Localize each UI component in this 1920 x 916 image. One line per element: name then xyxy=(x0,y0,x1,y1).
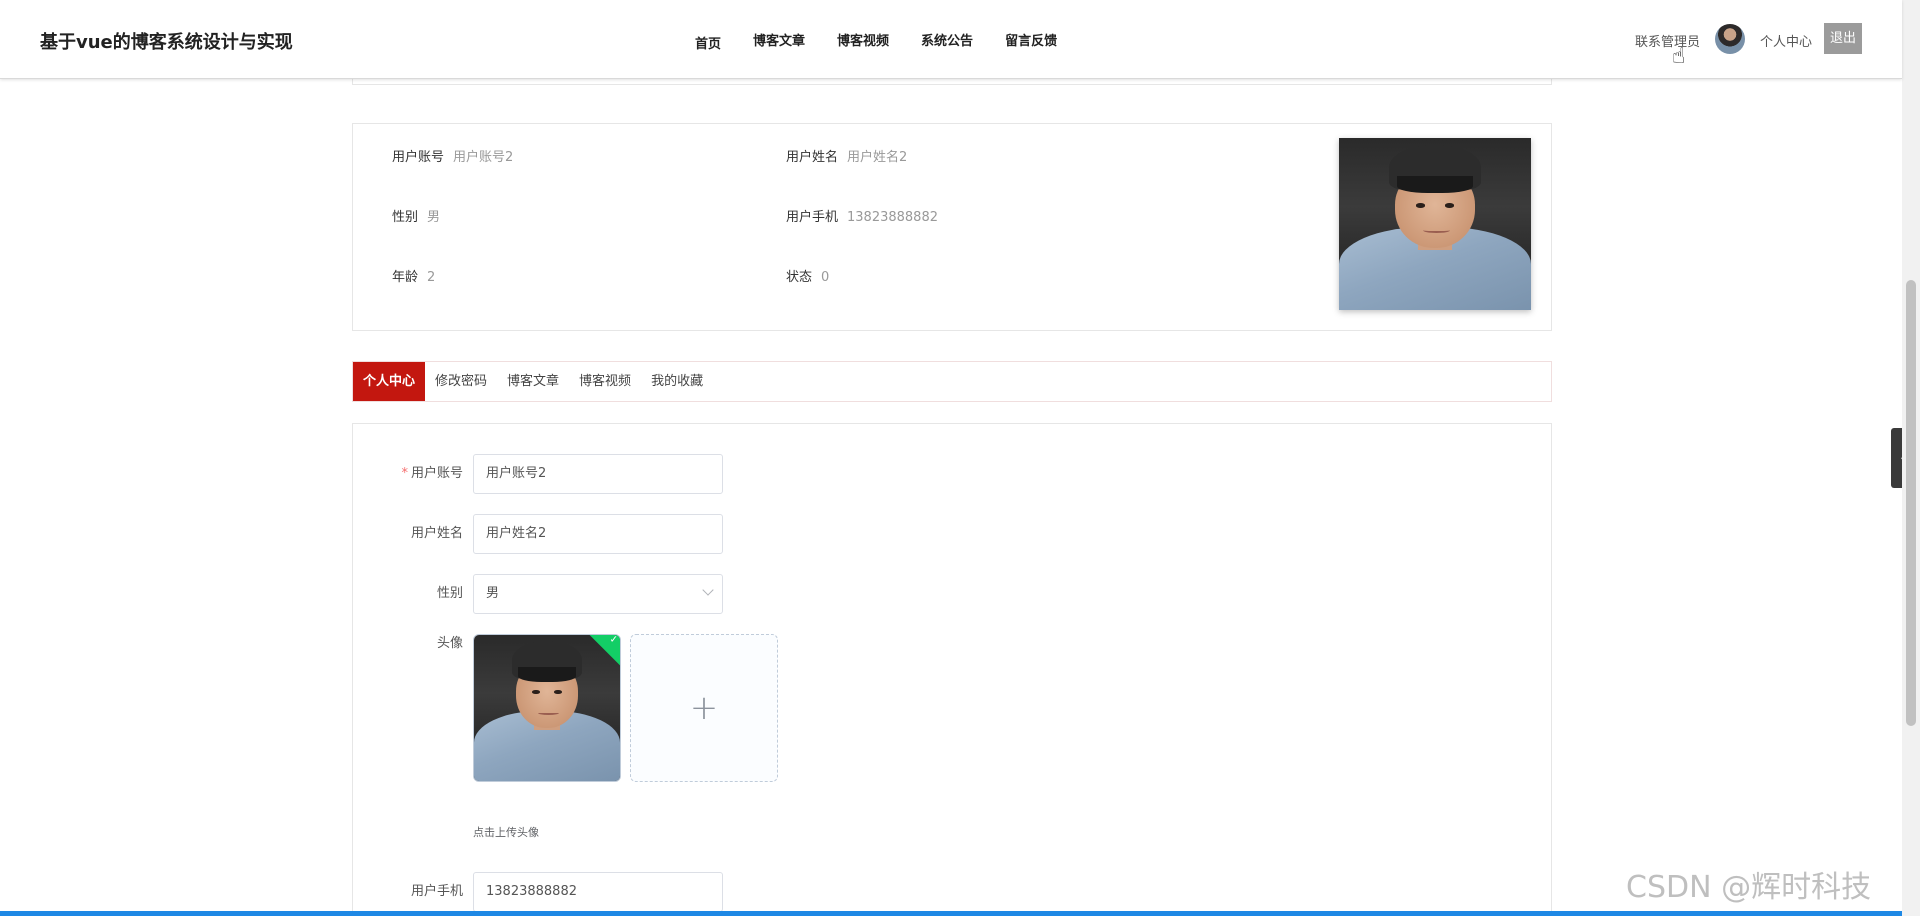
info-name-value: 用户姓名2 xyxy=(847,150,908,165)
phone-field-label: 用户手机 xyxy=(410,884,463,899)
tab-user-center[interactable]: 个人中心 xyxy=(353,362,426,401)
info-account-label: 用户账号 xyxy=(392,150,445,165)
avatar-field-label: 头像 xyxy=(436,636,463,651)
info-status-value: 0 xyxy=(821,270,830,285)
profile-photo xyxy=(1339,138,1531,310)
uploaded-avatar-thumbnail[interactable]: ✓ xyxy=(473,634,621,782)
nav-announcements[interactable]: 系统公告 xyxy=(921,30,973,52)
tab-change-password[interactable]: 修改密码 xyxy=(425,362,497,401)
nav-feedback[interactable]: 留言反馈 xyxy=(1005,30,1057,52)
info-age: 年龄 2 xyxy=(392,266,435,285)
bottom-accent-bar xyxy=(0,911,1902,916)
info-status-label: 状态 xyxy=(786,270,813,285)
info-phone-value: 13823888882 xyxy=(847,210,938,225)
nav-home[interactable]: 首页 xyxy=(695,33,721,52)
info-age-value: 2 xyxy=(427,270,436,285)
user-center-link[interactable]: 个人中心 xyxy=(1760,31,1812,50)
info-gender-value: 男 xyxy=(427,210,441,225)
account-label-text: 用户账号 xyxy=(410,466,463,481)
required-marker: * xyxy=(401,466,408,481)
profile-tabs: 个人中心 修改密码 博客文章 博客视频 我的收藏 xyxy=(352,361,1552,402)
nav-blog-articles[interactable]: 博客文章 xyxy=(753,30,805,52)
gender-select[interactable]: 男 xyxy=(473,574,723,614)
info-age-label: 年龄 xyxy=(392,270,419,285)
form-row-avatar: 头像 ✓ + xyxy=(353,634,953,794)
pointer-cursor-icon: ☝ xyxy=(1672,44,1686,69)
account-field-label: * 用户账号 xyxy=(401,454,463,494)
info-status: 状态 0 xyxy=(786,266,829,285)
tab-blog-articles[interactable]: 博客文章 xyxy=(497,362,569,401)
form-row-account: * 用户账号 用户账号2 xyxy=(353,454,953,494)
info-account: 用户账号 用户账号2 xyxy=(392,146,513,165)
gender-field-label: 性别 xyxy=(436,586,463,601)
user-avatar[interactable] xyxy=(1715,24,1745,54)
info-phone-label: 用户手机 xyxy=(786,210,839,225)
info-name-label: 用户姓名 xyxy=(786,150,839,165)
nav-blog-videos[interactable]: 博客视频 xyxy=(837,30,889,52)
top-navbar: 基于vue的博客系统设计与实现 首页 博客文章 博客视频 系统公告 留言反馈 联… xyxy=(0,0,1902,79)
page-scrollbar[interactable] xyxy=(1902,0,1920,916)
form-row-gender: 性别 男 xyxy=(353,574,953,614)
logout-button[interactable]: 退出 xyxy=(1824,23,1862,54)
csdn-watermark: CSDN @辉时科技 xyxy=(1626,870,1872,905)
name-input[interactable]: 用户姓名2 xyxy=(473,514,723,554)
profile-edit-form: * 用户账号 用户账号2 用户姓名 用户姓名2 性别 男 头像 ✓ + 点击上传头… xyxy=(352,423,1552,916)
upload-avatar-hint: 点击上传头像 xyxy=(473,826,539,839)
phone-input[interactable]: 13823888882 xyxy=(473,872,723,912)
profile-info-panel: 用户账号 用户账号2 用户姓名 用户姓名2 性别男 用户手机 13823888882 … xyxy=(352,123,1552,331)
form-row-name: 用户姓名 用户姓名2 xyxy=(353,514,953,554)
form-row-phone: 用户手机 13823888882 xyxy=(353,872,953,912)
chevron-down-icon xyxy=(702,584,714,596)
name-field-label: 用户姓名 xyxy=(410,526,463,541)
scrollbar-thumb[interactable] xyxy=(1906,280,1916,726)
header-user-area: 联系管理员 ☝ 个人中心 退出 xyxy=(1502,0,1902,79)
info-gender-label: 性别 xyxy=(392,210,419,225)
tab-my-favorites[interactable]: 我的收藏 xyxy=(641,362,713,401)
plus-icon: + xyxy=(689,688,719,728)
avatar-upload-button[interactable]: + xyxy=(630,634,778,782)
info-name: 用户姓名 用户姓名2 xyxy=(786,146,907,165)
account-input[interactable]: 用户账号2 xyxy=(473,454,723,494)
contact-admin-link[interactable]: 联系管理员 xyxy=(1635,31,1700,50)
info-phone: 用户手机 13823888882 xyxy=(786,206,938,225)
site-title[interactable]: 基于vue的博客系统设计与实现 xyxy=(40,28,293,54)
tab-blog-videos[interactable]: 博客视频 xyxy=(569,362,641,401)
gender-select-value: 男 xyxy=(486,586,500,601)
info-account-value: 用户账号2 xyxy=(453,150,514,165)
info-gender: 性别男 xyxy=(392,206,440,225)
main-nav: 首页 博客文章 博客视频 系统公告 留言反馈 xyxy=(695,30,1089,52)
